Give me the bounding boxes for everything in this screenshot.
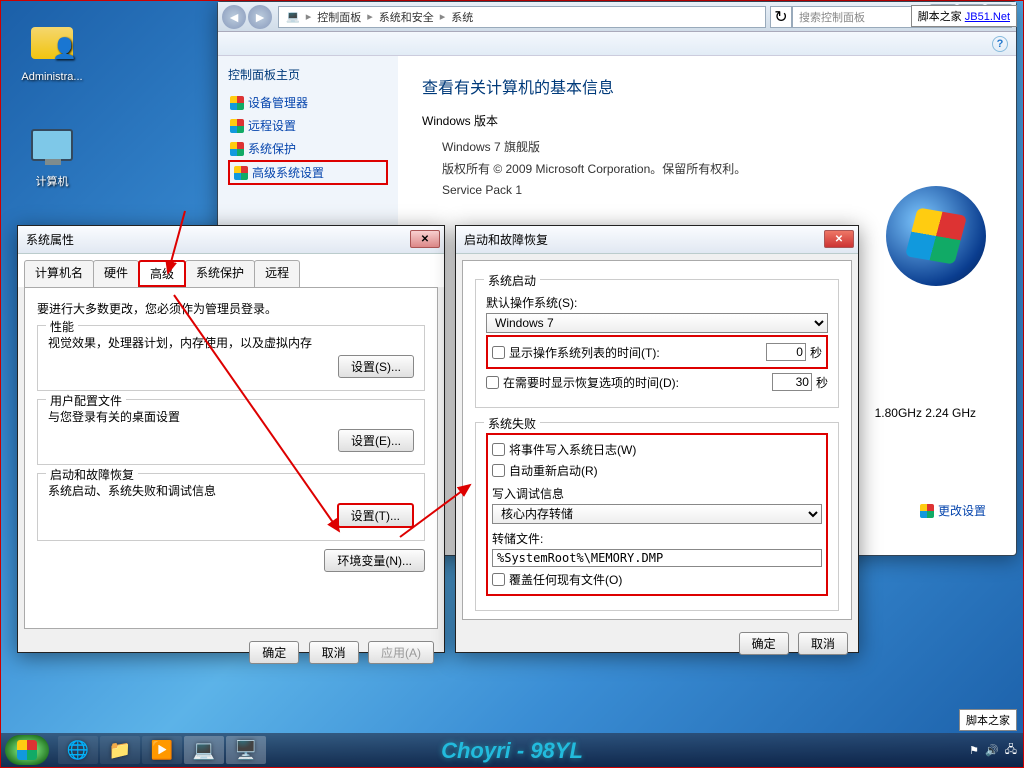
- shield-icon: [234, 166, 248, 180]
- tab-hardware[interactable]: 硬件: [93, 260, 139, 287]
- debug-info-label: 写入调试信息: [492, 485, 822, 502]
- group-profile: 用户配置文件 与您登录有关的桌面设置 设置(E)...: [37, 399, 425, 465]
- nav-fwd-button[interactable]: ►: [248, 5, 272, 29]
- dialog-system-properties: 系统属性 ✕ 计算机名 硬件 高级 系统保护 远程 要进行大多数更改，您必须作为…: [17, 225, 445, 653]
- shield-icon: [230, 142, 244, 156]
- dialog-titlebar: 启动和故障恢复 ✕: [456, 226, 858, 254]
- link-device-manager[interactable]: 设备管理器: [228, 91, 388, 114]
- dialog-content: 系统启动 默认操作系统(S): Windows 7 显示操作系统列表的时间(T)…: [462, 260, 852, 620]
- nav-back-button[interactable]: ◄: [222, 5, 246, 29]
- copyright-text: 版权所有 © 2009 Microsoft Corporation。保留所有权利…: [442, 159, 992, 181]
- admin-note: 要进行大多数更改，您必须作为管理员登录。: [37, 300, 425, 317]
- default-os-select[interactable]: Windows 7: [486, 313, 828, 333]
- recovery-time-input[interactable]: [772, 373, 812, 391]
- dialog-title: 系统属性: [26, 231, 74, 248]
- env-vars-button[interactable]: 环境变量(N)...: [324, 549, 425, 572]
- dialog-title: 启动和故障恢复: [464, 231, 548, 248]
- os-list-time-input[interactable]: [766, 343, 806, 361]
- dump-file-label: 转储文件:: [492, 530, 822, 547]
- desktop-icon-admin[interactable]: Administra...: [17, 19, 87, 83]
- auto-restart-checkbox[interactable]: [492, 464, 505, 477]
- tab-remote[interactable]: 远程: [254, 260, 300, 287]
- tray-network-icon[interactable]: 🖧: [1005, 741, 1017, 760]
- taskbar-ie[interactable]: 🌐: [58, 736, 98, 764]
- link-system-protection[interactable]: 系统保护: [228, 137, 388, 160]
- tab-advanced[interactable]: 高级: [138, 260, 186, 287]
- page-title: 查看有关计算机的基本信息: [422, 74, 992, 98]
- dialog-close-button[interactable]: ✕: [410, 230, 440, 248]
- window-toolbar: ◄ ► 💻▸ 控制面板▸ 系统和安全▸ 系统 ↻ 搜索控制面板: [218, 2, 1016, 32]
- shield-icon: [230, 119, 244, 133]
- desktop-icon-label: 计算机: [36, 176, 69, 188]
- tray-flag-icon[interactable]: ⚑: [969, 744, 979, 757]
- ok-button[interactable]: 确定: [249, 641, 299, 664]
- tab-computer-name[interactable]: 计算机名: [24, 260, 94, 287]
- cancel-button[interactable]: 取消: [798, 632, 848, 655]
- taskbar-wmp[interactable]: ▶️: [142, 736, 182, 764]
- tab-protection[interactable]: 系统保护: [185, 260, 255, 287]
- shield-icon: [920, 504, 934, 518]
- debug-type-select[interactable]: 核心内存转储: [492, 504, 822, 524]
- desktop-icon-computer[interactable]: 计算机: [17, 121, 87, 189]
- dialog-startup-recovery: 启动和故障恢复 ✕ 系统启动 默认操作系统(S): Windows 7 显示操作…: [455, 225, 859, 653]
- taskbar-explorer[interactable]: 📁: [100, 736, 140, 764]
- shield-icon: [230, 96, 244, 110]
- refresh-button[interactable]: ↻: [770, 6, 792, 28]
- show-recovery-checkbox[interactable]: [486, 376, 499, 389]
- windows-logo: [886, 186, 986, 286]
- watermark-link[interactable]: JB51.Net: [965, 11, 1010, 23]
- dialog-buttons: 确定 取消 应用(A): [18, 635, 444, 670]
- dialog-close-button[interactable]: ✕: [824, 230, 854, 248]
- sidebar-title: 控制面板主页: [228, 66, 388, 83]
- dialog-titlebar: 系统属性 ✕: [18, 226, 444, 254]
- link-remote-settings[interactable]: 远程设置: [228, 114, 388, 137]
- group-performance: 性能 视觉效果，处理器计划，内存使用，以及虚拟内存 设置(S)...: [37, 325, 425, 391]
- watermark-top: 脚本之家 JB51.Net: [911, 5, 1017, 27]
- start-button[interactable]: [5, 735, 49, 765]
- taskbar: 🌐 📁 ▶️ 💻 🖥️ Choyri - 98YL ⚑ 🔊 🖧: [1, 733, 1023, 767]
- apply-button[interactable]: 应用(A): [368, 641, 434, 664]
- help-icon[interactable]: ?: [992, 36, 1008, 52]
- ok-button[interactable]: 确定: [739, 632, 789, 655]
- group-startup: 启动和故障恢复 系统启动、系统失败和调试信息 设置(T)...: [37, 473, 425, 541]
- cancel-button[interactable]: 取消: [309, 641, 359, 664]
- dump-path-input[interactable]: [492, 549, 822, 567]
- edition-text: Windows 7 旗舰版: [442, 137, 992, 159]
- default-os-label: 默认操作系统(S):: [486, 294, 828, 311]
- cpu-specs: 1.80GHz 2.24 GHz: [875, 406, 976, 420]
- version-header: Windows 版本: [422, 112, 992, 129]
- overwrite-checkbox[interactable]: [492, 573, 505, 586]
- desktop-icon-label: Administra...: [21, 71, 82, 83]
- tabs: 计算机名 硬件 高级 系统保护 远程: [18, 254, 444, 287]
- write-log-checkbox[interactable]: [492, 443, 505, 456]
- command-bar: ?: [218, 32, 1016, 56]
- link-advanced-settings[interactable]: 高级系统设置: [228, 160, 388, 185]
- taskbar-control-panel[interactable]: 💻: [184, 736, 224, 764]
- perf-settings-button[interactable]: 设置(S)...: [338, 355, 414, 378]
- tray-sound-icon[interactable]: 🔊: [985, 744, 999, 757]
- brand-text: Choyri - 98YL: [441, 738, 583, 764]
- dialog-buttons: 确定 取消: [456, 626, 858, 661]
- startup-settings-button[interactable]: 设置(T)...: [337, 503, 414, 528]
- watermark-bottom: 脚本之家: [959, 709, 1017, 731]
- system-tray[interactable]: ⚑ 🔊 🖧: [969, 741, 1017, 760]
- group-system-failure: 系统失败 将事件写入系统日志(W) 自动重新启动(R) 写入调试信息 核心内存转…: [475, 422, 839, 611]
- taskbar-app[interactable]: 🖥️: [226, 736, 266, 764]
- tab-pane: 要进行大多数更改，您必须作为管理员登录。 性能 视觉效果，处理器计划，内存使用，…: [24, 287, 438, 629]
- address-bar[interactable]: 💻▸ 控制面板▸ 系统和安全▸ 系统: [278, 6, 766, 28]
- change-settings-link[interactable]: 更改设置: [920, 502, 986, 519]
- group-system-startup: 系统启动 默认操作系统(S): Windows 7 显示操作系统列表的时间(T)…: [475, 279, 839, 408]
- show-os-list-checkbox[interactable]: [492, 346, 505, 359]
- profile-settings-button[interactable]: 设置(E)...: [338, 429, 414, 452]
